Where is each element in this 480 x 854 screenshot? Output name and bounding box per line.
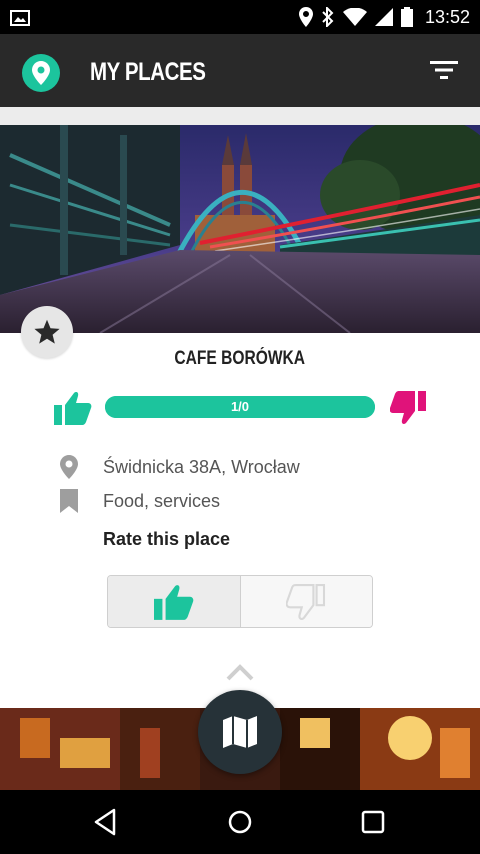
thumb-up-icon xyxy=(153,584,194,620)
place-card[interactable]: CAFE BORÓWKA 1/0 Świdnicka 38A, Wrocław … xyxy=(0,125,480,708)
bluetooth-icon xyxy=(322,7,334,27)
back-icon[interactable] xyxy=(90,806,122,838)
page-title: MY PLACES xyxy=(90,58,206,86)
home-icon[interactable] xyxy=(224,806,256,838)
place-category: Food, services xyxy=(103,490,221,511)
navigation-bar xyxy=(0,790,480,854)
place-name: CAFE BORÓWKA xyxy=(174,348,306,369)
rate-up-button[interactable] xyxy=(108,576,241,627)
thumb-up-icon xyxy=(54,392,92,425)
thumb-down-icon xyxy=(390,391,426,424)
app-logo[interactable] xyxy=(22,54,60,92)
location-pin-icon xyxy=(60,455,78,479)
battery-icon xyxy=(400,7,413,27)
category-row: Food, services xyxy=(58,486,220,516)
bookmark-icon xyxy=(60,489,78,513)
map-pin-icon xyxy=(32,61,50,85)
status-time: 13:52 xyxy=(424,6,470,27)
app-bar: MY PLACES xyxy=(0,34,480,107)
rating-bar: 1/0 xyxy=(105,396,375,418)
rate-down-button[interactable] xyxy=(240,576,372,627)
rate-button-group xyxy=(107,575,373,628)
signal-icon xyxy=(374,8,393,26)
map-button[interactable] xyxy=(198,690,282,774)
star-icon xyxy=(34,319,60,344)
status-bar: 13:52 xyxy=(0,0,480,34)
divider xyxy=(0,107,480,125)
address-row: Świdnicka 38A, Wrocław xyxy=(58,452,300,482)
filter-icon[interactable] xyxy=(430,58,458,82)
chevron-up-icon[interactable] xyxy=(226,663,254,681)
recents-icon[interactable] xyxy=(357,806,389,838)
place-address: Świdnicka 38A, Wrocław xyxy=(103,456,300,477)
wifi-icon xyxy=(342,8,367,26)
rate-label: Rate this place xyxy=(103,529,231,549)
map-icon xyxy=(223,716,257,748)
place-photo[interactable] xyxy=(0,125,480,333)
gallery-icon xyxy=(10,10,30,26)
rating-text: 1/0 xyxy=(230,399,250,414)
thumb-down-outline-icon xyxy=(286,583,326,620)
location-icon xyxy=(298,7,313,27)
